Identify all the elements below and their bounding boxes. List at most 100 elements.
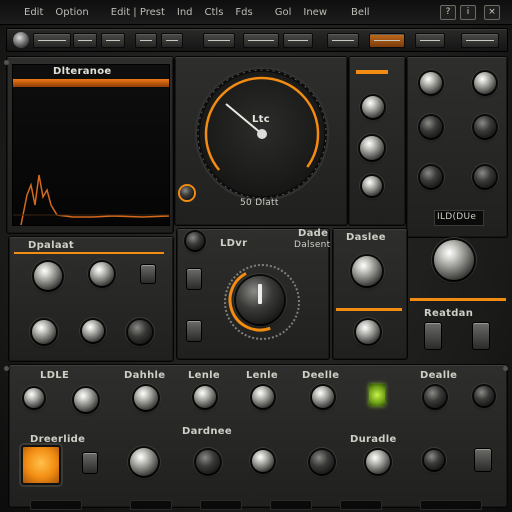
bottom-slot-3 — [200, 500, 242, 510]
bottom-knob-13[interactable] — [366, 450, 390, 474]
bottom-col5-section-label: Duradle — [350, 434, 397, 445]
bottom-knob-9[interactable] — [130, 448, 158, 476]
toolbar-button-active[interactable] — [369, 33, 405, 48]
toolbar-button-8[interactable] — [415, 33, 445, 48]
right-column-accent — [356, 70, 388, 74]
waveform-screen: Dlteranoe — [12, 64, 170, 226]
right-column-knob-2[interactable] — [360, 136, 384, 160]
screw-3 — [503, 366, 508, 371]
close-button[interactable]: × — [484, 5, 500, 20]
menu-bar: Edit Option Edit | Prest Ind Ctls Fds Go… — [0, 0, 512, 25]
preset-selector[interactable] — [33, 33, 71, 48]
middle-left-accent — [14, 252, 164, 254]
bottom-slot-2 — [130, 500, 172, 510]
gauge-small-knob[interactable] — [180, 186, 194, 200]
far-right-knob-4[interactable] — [474, 116, 496, 138]
big-output-knob[interactable] — [434, 240, 474, 280]
bottom-knob-7[interactable] — [424, 386, 446, 408]
green-led-indicator — [369, 384, 385, 406]
bottom-knob-10[interactable] — [196, 450, 220, 474]
menu-gol[interactable]: Gol — [269, 7, 298, 18]
bottom-knob-1[interactable] — [24, 388, 44, 408]
orange-trigger-pad[interactable] — [21, 445, 61, 485]
far-right-accent — [410, 298, 506, 301]
right-bottom-header: Reatdan — [424, 308, 474, 319]
toolbar-button-2[interactable] — [101, 33, 125, 48]
bottom-left-button[interactable] — [82, 452, 98, 474]
menu-edit-preset[interactable]: Edit | Prest — [105, 7, 171, 18]
bottom-knob-5[interactable] — [252, 386, 274, 408]
menu-ctls[interactable]: Ctls — [199, 7, 230, 18]
bottom-col3-section-label: Dardnee — [182, 426, 232, 437]
center-top-knob[interactable] — [186, 232, 204, 250]
bottom-col3-header: Lenle — [188, 370, 220, 381]
toolbar-button-7[interactable] — [327, 33, 359, 48]
menu-option[interactable]: Option — [49, 7, 94, 18]
right-mid-accent — [336, 308, 402, 311]
toolbar-button-3[interactable] — [161, 33, 183, 48]
far-right-button-1[interactable] — [424, 322, 442, 350]
bottom-slot-1 — [30, 500, 82, 510]
bottom-slot-6 — [420, 500, 482, 510]
bottom-col5-header: Deelle — [302, 370, 340, 381]
bottom-knob-3[interactable] — [134, 386, 158, 410]
far-right-knob-2[interactable] — [474, 72, 496, 94]
bottom-col4-header: Lenle — [246, 370, 278, 381]
mid-left-knob-4[interactable] — [82, 320, 104, 342]
bottom-left-header: LDLE — [40, 370, 70, 381]
bottom-col2-header: Dahhle — [124, 370, 166, 381]
mid-left-knob-2[interactable] — [90, 262, 114, 286]
mid-left-knob-5[interactable] — [128, 320, 152, 344]
right-display: ILD(DUe — [434, 210, 484, 226]
right-mid-knob-2[interactable] — [356, 320, 380, 344]
bottom-slot-4 — [270, 500, 312, 510]
far-right-knob-6[interactable] — [474, 166, 496, 188]
right-mid-knob-1[interactable] — [352, 256, 382, 286]
toolbar-button-5[interactable] — [243, 33, 279, 48]
info-button[interactable]: i — [460, 5, 476, 20]
spectrum-graph — [13, 174, 169, 225]
bottom-knob-2[interactable] — [74, 388, 98, 412]
toolbar-button-1[interactable] — [73, 33, 97, 48]
screw-1 — [4, 60, 9, 65]
middle-left-panel — [8, 236, 174, 362]
toolbar-button-9[interactable] — [461, 33, 499, 48]
menu-edit[interactable]: Edit — [18, 7, 49, 18]
bottom-knob-8[interactable] — [474, 386, 494, 406]
mid-left-button[interactable] — [140, 264, 156, 284]
center-left-button-2[interactable] — [186, 320, 202, 342]
main-knob-pointer — [258, 284, 262, 304]
bottom-knob-6[interactable] — [312, 386, 334, 408]
bottom-knob-4[interactable] — [194, 386, 216, 408]
toolbar-button-6[interactable] — [283, 33, 313, 48]
center-left-button-1[interactable] — [186, 268, 202, 290]
synth-app-window: Edit Option Edit | Prest Ind Ctls Fds Go… — [0, 0, 512, 512]
right-column-knob-1[interactable] — [362, 96, 384, 118]
menu-ind[interactable]: Ind — [171, 7, 199, 18]
power-icon[interactable] — [13, 32, 29, 48]
bottom-knob-12[interactable] — [310, 450, 334, 474]
middle-left-header: Dpalaat — [28, 240, 75, 251]
right-display-text: ILD(DUe — [437, 212, 477, 222]
bottom-knob-14[interactable] — [424, 450, 444, 470]
menu-bell[interactable]: Bell — [345, 7, 376, 18]
mid-left-knob-1[interactable] — [34, 262, 62, 290]
menu-inew[interactable]: Inew — [297, 7, 333, 18]
right-column-knob-3[interactable] — [362, 176, 382, 196]
far-right-knob-1[interactable] — [420, 72, 442, 94]
center-mid-sub: Dalsent — [294, 240, 331, 250]
right-mid-header: Daslee — [346, 232, 386, 243]
gauge-bottom-label: 50 Dlatt — [240, 198, 279, 208]
help-button[interactable]: ? — [440, 5, 456, 20]
menu-fds[interactable]: Fds — [229, 7, 258, 18]
screw-2 — [4, 366, 9, 371]
far-right-button-2[interactable] — [472, 322, 490, 350]
bottom-right-button[interactable] — [474, 448, 492, 472]
gauge-center-label: Ltc — [252, 114, 270, 125]
far-right-knob-5[interactable] — [420, 166, 442, 188]
bottom-knob-11[interactable] — [252, 450, 274, 472]
menu-lines-icon[interactable] — [135, 33, 157, 48]
toolbar-button-4[interactable] — [203, 33, 235, 48]
mid-left-knob-3[interactable] — [32, 320, 56, 344]
far-right-knob-3[interactable] — [420, 116, 442, 138]
